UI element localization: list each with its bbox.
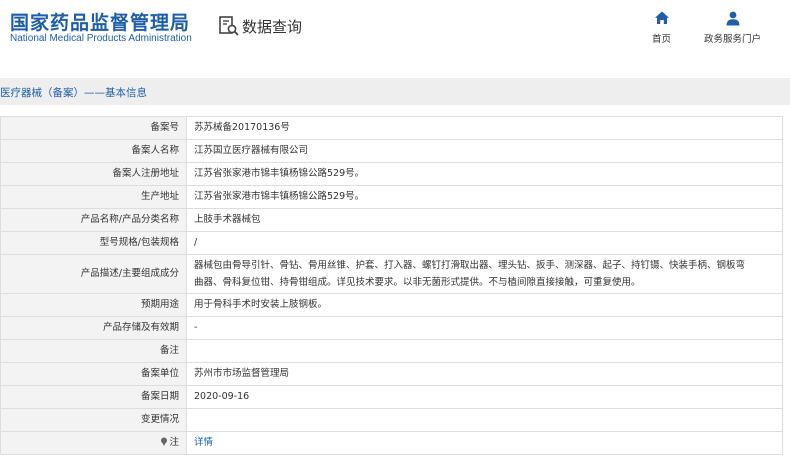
field-label: 备案号 bbox=[0, 116, 187, 140]
pin-icon bbox=[161, 437, 168, 447]
field-value: 江苏省张家港市锦丰镇杨锦公路529号。 bbox=[186, 185, 783, 209]
site-logo-en[interactable]: National Medical Products Administration bbox=[10, 33, 192, 44]
field-value: 江苏国立医疗器械有限公司 bbox=[186, 139, 783, 163]
field-value: 上肢手术器械包 bbox=[186, 208, 783, 232]
details-link[interactable]: 详情 bbox=[194, 437, 213, 448]
table-row: 产品描述/主要组成成分 器械包由骨导引针、骨钻、骨用丝锥、护套、打入器、螺钉打滑… bbox=[0, 254, 783, 294]
field-value: - bbox=[186, 316, 783, 340]
table-row: 备案日期 2020-09-16 bbox=[0, 385, 783, 409]
table-row: 备案号 苏苏械备20170136号 bbox=[0, 116, 783, 140]
field-label: 型号规格/包装规格 bbox=[0, 231, 187, 255]
nav-home-label: 首页 bbox=[652, 34, 672, 45]
breadcrumb: 医疗器械（备案）——基本信息 bbox=[0, 87, 147, 99]
table-row: 变更情况 bbox=[0, 408, 783, 432]
breadcrumb-bar: 医疗器械（备案）——基本信息 bbox=[0, 78, 790, 105]
field-label: 注 bbox=[0, 431, 187, 455]
field-label: 备案单位 bbox=[0, 362, 187, 386]
table-row: 型号规格/包装规格 / bbox=[0, 231, 783, 255]
field-label: 生产地址 bbox=[0, 185, 187, 209]
field-value-line: 器械包由骨导引针、骨钻、骨用丝锥、护套、打入器、螺钉打滑取出器、埋头钻、扳手、测… bbox=[194, 260, 746, 271]
table-row: 备案人注册地址 江苏省张家港市锦丰镇杨锦公路529号。 bbox=[0, 162, 783, 186]
field-label: 备案人注册地址 bbox=[0, 162, 187, 186]
field-label-text: 注 bbox=[169, 437, 179, 449]
field-label: 预期用途 bbox=[0, 293, 187, 317]
table-row: 生产地址 江苏省张家港市锦丰镇杨锦公路529号。 bbox=[0, 185, 783, 209]
table-row: 备注 bbox=[0, 339, 783, 363]
table-row: 备案人名称 江苏国立医疗器械有限公司 bbox=[0, 139, 783, 163]
site-header: 国家药品监督管理局 National Medical Products Admi… bbox=[0, 0, 790, 64]
field-value: 详情 bbox=[186, 431, 783, 455]
field-label: 备案人名称 bbox=[0, 139, 187, 163]
field-value: 器械包由骨导引针、骨钻、骨用丝锥、护套、打入器、螺钉打滑取出器、埋头钻、扳手、测… bbox=[186, 254, 783, 294]
nav-home[interactable]: 首页 bbox=[652, 10, 671, 45]
user-icon bbox=[726, 11, 739, 26]
field-value-line: 曲器、骨科复位钳、持骨钳组成。详见技术要求。以非无菌形式提供。不与植间隙直接接触… bbox=[194, 277, 641, 288]
table-row: 预期用途 用于骨科手术时安装上肢钢板。 bbox=[0, 293, 783, 317]
field-value: 苏苏械备20170136号 bbox=[186, 116, 783, 140]
field-label: 产品存储及有效期 bbox=[0, 316, 187, 340]
document-search-icon bbox=[219, 16, 239, 36]
nav-gov-portal[interactable]: 政务服务门户 bbox=[704, 10, 761, 45]
field-label: 产品名称/产品分类名称 bbox=[0, 208, 187, 232]
field-value: 2020-09-16 bbox=[186, 385, 783, 409]
table-row: 注 详情 bbox=[0, 431, 783, 455]
data-query-title[interactable]: 数据查询 bbox=[218, 14, 302, 38]
field-label: 产品描述/主要组成成分 bbox=[0, 254, 187, 294]
field-value: 江苏省张家港市锦丰镇杨锦公路529号。 bbox=[186, 162, 783, 186]
field-value bbox=[186, 339, 783, 363]
record-detail-table: 备案号 苏苏械备20170136号 备案人名称 江苏国立医疗器械有限公司 备案人… bbox=[0, 116, 783, 455]
field-value: 用于骨科手术时安装上肢钢板。 bbox=[186, 293, 783, 317]
nav-gov-portal-label: 政务服务门户 bbox=[704, 34, 762, 45]
field-value bbox=[186, 408, 783, 432]
field-value: 苏州市市场监督管理局 bbox=[186, 362, 783, 386]
site-logo-cn[interactable]: 国家药品监督管理局 bbox=[10, 8, 190, 35]
data-query-label: 数据查询 bbox=[242, 17, 303, 36]
table-row: 产品存储及有效期 - bbox=[0, 316, 783, 340]
field-label: 变更情况 bbox=[0, 408, 187, 432]
table-row: 备案单位 苏州市市场监督管理局 bbox=[0, 362, 783, 386]
field-label: 备案日期 bbox=[0, 385, 187, 409]
field-label: 备注 bbox=[0, 339, 187, 363]
field-value: / bbox=[186, 231, 783, 255]
home-icon bbox=[654, 11, 669, 24]
table-row: 产品名称/产品分类名称 上肢手术器械包 bbox=[0, 208, 783, 232]
